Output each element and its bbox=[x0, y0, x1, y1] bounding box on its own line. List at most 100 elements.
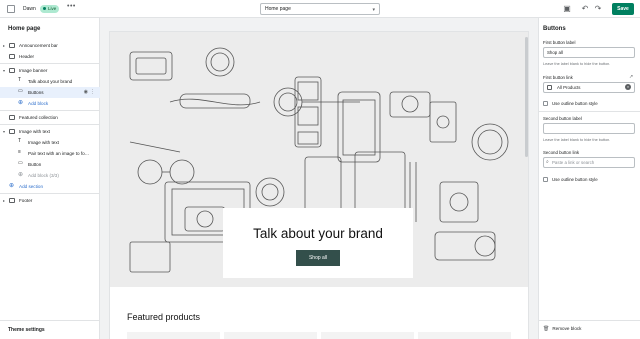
collection-icon bbox=[547, 85, 552, 90]
chevron-right-icon[interactable]: ▸ bbox=[3, 40, 5, 51]
sidebar-item-image-with-text-block[interactable]: T Image with text bbox=[0, 137, 100, 148]
product-card[interactable] bbox=[224, 332, 317, 339]
chevron-down-icon[interactable]: ▾ bbox=[3, 126, 5, 137]
second-button-link-placeholder: Paste a link or search bbox=[552, 160, 595, 165]
add-section-button[interactable]: ⊕ Add section bbox=[0, 181, 100, 192]
image-banner[interactable]: Talk about your brand Shop all bbox=[110, 32, 528, 287]
section-list: ▸ Announcement bar Header ▾ Image banner… bbox=[0, 40, 100, 206]
first-button-label-help: Leave the label blank to hide the button… bbox=[543, 62, 611, 66]
sidebar-item-label: Image banner bbox=[19, 68, 48, 73]
checkbox-label: Use outline button style bbox=[552, 177, 598, 182]
plus-icon: ⊕ bbox=[18, 100, 24, 106]
sidebar-item-label: Pair text with an image to fo… bbox=[28, 151, 90, 156]
chevron-down-icon[interactable]: ▾ bbox=[3, 65, 5, 76]
undo-icon[interactable]: ↶ bbox=[580, 4, 590, 14]
shop-all-button[interactable]: Shop all bbox=[296, 250, 340, 266]
preview-scrollbar[interactable] bbox=[525, 37, 528, 157]
checkbox-icon[interactable] bbox=[543, 177, 548, 182]
button-icon: ▭ bbox=[18, 160, 23, 166]
featured-products-title: Featured products bbox=[127, 312, 201, 322]
second-button-label-help: Leave the label blank to hide the button… bbox=[543, 138, 611, 142]
desktop-view-icon[interactable]: ▣ bbox=[562, 4, 572, 14]
sections-sidebar: Home page ▸ Announcement bar Header ▾ Im… bbox=[0, 18, 100, 339]
text-icon: T bbox=[18, 138, 22, 144]
sidebar-item-pair-text[interactable]: ≡ Pair text with an image to fo… bbox=[0, 148, 100, 159]
checkbox-label: Use outline button style bbox=[552, 101, 598, 106]
image-text-icon bbox=[9, 129, 15, 134]
block-settings-panel: Buttons First button label Shop all Leav… bbox=[538, 18, 640, 339]
sidebar-item-buttons[interactable]: ▭ Buttons ◉ ⋮ bbox=[0, 87, 100, 98]
live-status-badge: Live bbox=[40, 5, 60, 13]
sidebar-item-announcement-bar[interactable]: ▸ Announcement bar bbox=[0, 40, 100, 51]
button-icon: ▭ bbox=[18, 88, 23, 94]
banner-heading: Talk about your brand bbox=[253, 226, 383, 241]
section-icon bbox=[9, 54, 15, 59]
store-preview: Talk about your brand Shop all Featured … bbox=[110, 32, 528, 339]
paragraph-icon: ≡ bbox=[18, 149, 21, 155]
page-select[interactable]: Home page ▾ bbox=[260, 3, 380, 15]
sidebar-item-label: Footer bbox=[19, 198, 33, 203]
save-button[interactable]: Save bbox=[612, 3, 634, 15]
redo-icon[interactable]: ↷ bbox=[593, 4, 603, 14]
collection-icon bbox=[9, 115, 15, 120]
divider bbox=[0, 193, 100, 194]
sidebar-title: Home page bbox=[8, 26, 41, 32]
first-button-label-input[interactable]: Shop all bbox=[543, 47, 635, 58]
sidebar-item-label: Add section bbox=[19, 184, 44, 189]
sidebar-item-label: Announcement bar bbox=[19, 43, 58, 48]
sidebar-item-label: Buttons bbox=[28, 90, 44, 95]
product-card[interactable] bbox=[418, 332, 511, 339]
sidebar-item-label: Talk about your brand bbox=[28, 79, 73, 84]
theme-name: Dawn bbox=[23, 6, 36, 12]
first-button-link-title: First button link bbox=[543, 75, 573, 80]
second-button-label-title: Second button label bbox=[543, 116, 582, 121]
divider bbox=[0, 63, 100, 64]
image-icon bbox=[9, 68, 15, 73]
external-link-icon[interactable]: ↗ bbox=[629, 74, 633, 80]
sidebar-item-label: Add block bbox=[28, 101, 49, 106]
sidebar-item-header[interactable]: Header bbox=[0, 51, 100, 62]
chevron-right-icon[interactable]: ▸ bbox=[3, 195, 5, 206]
first-button-link-value: All Products bbox=[557, 85, 581, 90]
theme-settings-tab[interactable]: Theme settings bbox=[0, 320, 100, 339]
plus-icon: ⊕ bbox=[18, 172, 24, 178]
second-button-label-input[interactable] bbox=[543, 123, 635, 134]
sidebar-item-label: Image with text bbox=[19, 129, 50, 134]
divider bbox=[0, 124, 100, 125]
top-bar: Dawn Live ••• Home page ▾ ▣ ↶ ↷ Save bbox=[0, 0, 640, 18]
first-button-label-title: First button label bbox=[543, 40, 576, 45]
chevron-down-icon: ▾ bbox=[372, 7, 375, 13]
exit-icon[interactable] bbox=[7, 5, 15, 13]
first-button-link-input[interactable]: All Products × bbox=[543, 82, 635, 93]
more-actions-button[interactable]: ••• bbox=[67, 3, 76, 10]
product-cards bbox=[127, 332, 511, 339]
sidebar-item-image-banner[interactable]: ▾ Image banner bbox=[0, 65, 100, 76]
sidebar-item-label: Header bbox=[19, 54, 35, 59]
sidebar-item-footer[interactable]: ▸ Footer bbox=[0, 195, 100, 206]
banner-text-box: Talk about your brand Shop all bbox=[223, 208, 413, 278]
add-block-disabled: ⊕ Add block (3/3) bbox=[0, 170, 100, 181]
section-icon bbox=[9, 43, 15, 48]
eye-icon[interactable]: ◉ bbox=[84, 87, 88, 98]
checkbox-icon[interactable] bbox=[543, 101, 548, 106]
sidebar-item-label: Button bbox=[28, 162, 42, 167]
sidebar-item-talk-about-brand[interactable]: T Talk about your brand bbox=[0, 76, 100, 87]
remove-block-button[interactable]: 🗑 Remove block bbox=[543, 326, 581, 332]
sidebar-item-button[interactable]: ▭ Button bbox=[0, 159, 100, 170]
product-card[interactable] bbox=[321, 332, 414, 339]
drag-handle-icon[interactable]: ⋮ bbox=[90, 87, 95, 98]
page-select-value: Home page bbox=[265, 6, 291, 12]
add-block-button[interactable]: ⊕ Add block bbox=[0, 98, 100, 109]
clear-icon[interactable]: × bbox=[625, 84, 631, 90]
sidebar-item-featured-collection[interactable]: Featured collection bbox=[0, 112, 100, 123]
sidebar-item-label: Featured collection bbox=[19, 115, 58, 120]
product-card[interactable] bbox=[127, 332, 220, 339]
text-icon: T bbox=[18, 77, 22, 83]
divider bbox=[539, 111, 640, 112]
sidebar-item-image-with-text[interactable]: ▾ Image with text bbox=[0, 126, 100, 137]
second-button-link-input[interactable]: ⌕ Paste a link or search bbox=[543, 157, 635, 168]
second-button-link-title: Second button link bbox=[543, 150, 580, 155]
sidebar-item-label: Image with text bbox=[28, 140, 59, 145]
divider bbox=[0, 110, 100, 111]
settings-title: Buttons bbox=[543, 26, 566, 32]
